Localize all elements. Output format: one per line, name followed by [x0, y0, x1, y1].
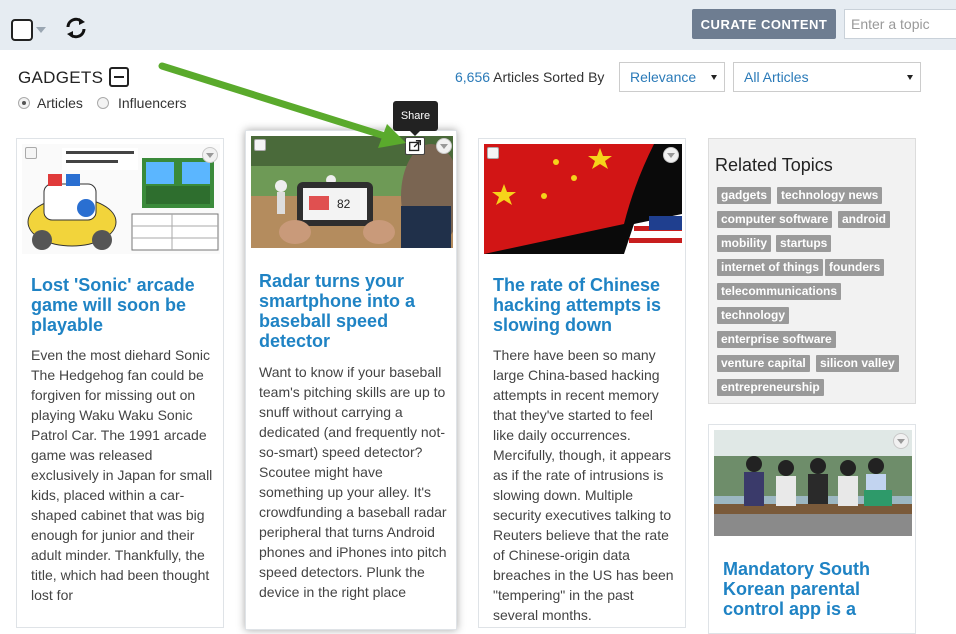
article-thumbnail[interactable]	[484, 144, 682, 254]
article-card-radar[interactable]: 82 Radar turns your smartphone into a ba…	[245, 130, 457, 630]
topic-tag[interactable]: gadgets	[717, 187, 772, 204]
card-select-checkbox[interactable]	[254, 139, 266, 151]
card-menu-chevron-icon[interactable]	[893, 433, 909, 449]
card-select-checkbox[interactable]	[487, 147, 499, 159]
filter-select-value: All Articles	[744, 69, 809, 85]
topic-tag[interactable]: technology	[717, 307, 790, 324]
topic-tag[interactable]: computer software	[717, 211, 833, 228]
topic-tag[interactable]: startups	[776, 235, 832, 252]
article-summary: Even the most diehard Sonic The Hedgehog…	[31, 347, 213, 603]
article-card-sonic[interactable]: Lost 'Sonic' arcade game will soon be pl…	[16, 138, 224, 628]
card-select-checkbox[interactable]	[25, 147, 37, 159]
share-tooltip: Share	[393, 101, 438, 136]
chevron-down-icon[interactable]	[36, 27, 46, 33]
topic-tag[interactable]: enterprise software	[717, 331, 836, 348]
topic-tag[interactable]: internet of things	[717, 259, 823, 276]
article-count: 6,656 Articles Sorted By	[455, 69, 604, 85]
article-title[interactable]: Radar turns your smartphone into a baseb…	[259, 271, 445, 351]
topic-tag[interactable]: entrepreneurship	[717, 379, 824, 396]
sort-select-value: Relevance	[630, 69, 697, 85]
article-card-korean-parental[interactable]: Mandatory South Korean parental control …	[708, 424, 916, 634]
refresh-icon[interactable]	[63, 15, 89, 41]
topic-tag[interactable]: venture capital	[717, 355, 810, 372]
article-count-suffix: Articles Sorted By	[493, 69, 605, 85]
topic-tag[interactable]: silicon valley	[816, 355, 899, 372]
topic-tag[interactable]: telecommunications	[717, 283, 842, 300]
topic-tag[interactable]: founders	[825, 259, 885, 276]
related-topics-panel: Related Topics gadgets technology news c…	[708, 138, 916, 404]
article-title[interactable]: The rate of Chinese hacking attempts is …	[493, 275, 673, 335]
page-title: GADGETS	[18, 68, 104, 87]
related-topics-heading: Related Topics	[715, 155, 833, 175]
topic-tag[interactable]: technology news	[777, 187, 883, 204]
filter-select[interactable]: All Articles	[733, 62, 921, 92]
dropdown-arrow-icon	[907, 75, 913, 80]
radio-influencers-label[interactable]: Influencers	[118, 95, 186, 111]
card-menu-chevron-icon[interactable]	[436, 138, 452, 154]
article-summary: Want to know if your baseball team's pit…	[259, 364, 447, 600]
topic-tag[interactable]: mobility	[717, 235, 772, 252]
topic-input[interactable]	[844, 9, 956, 39]
article-thumbnail[interactable]	[22, 144, 220, 254]
article-title[interactable]: Mandatory South Korean parental control …	[723, 559, 903, 619]
article-summary: There have been so many large China-base…	[493, 347, 674, 623]
dropdown-arrow-icon	[711, 75, 717, 80]
topic-tag[interactable]: android	[838, 211, 890, 228]
card-menu-chevron-icon[interactable]	[663, 147, 679, 163]
svg-text:82: 82	[337, 197, 351, 211]
sort-select[interactable]: Relevance	[619, 62, 725, 92]
curate-content-button[interactable]: CURATE CONTENT	[692, 9, 836, 39]
article-card-china-hacking[interactable]: The rate of Chinese hacking attempts is …	[478, 138, 686, 628]
top-toolbar: CURATE CONTENT	[0, 0, 956, 50]
radio-influencers[interactable]	[97, 97, 109, 109]
article-thumbnail[interactable]	[714, 430, 912, 536]
share-icon[interactable]	[405, 137, 425, 155]
radio-articles-label[interactable]: Articles	[37, 95, 83, 111]
select-all-checkbox-icon[interactable]	[11, 19, 33, 41]
card-menu-chevron-icon[interactable]	[202, 147, 218, 163]
radio-articles[interactable]	[18, 97, 30, 109]
article-title[interactable]: Lost 'Sonic' arcade game will soon be pl…	[31, 275, 211, 335]
collapse-minus-icon[interactable]	[109, 67, 129, 87]
article-count-number: 6,656	[455, 69, 491, 85]
